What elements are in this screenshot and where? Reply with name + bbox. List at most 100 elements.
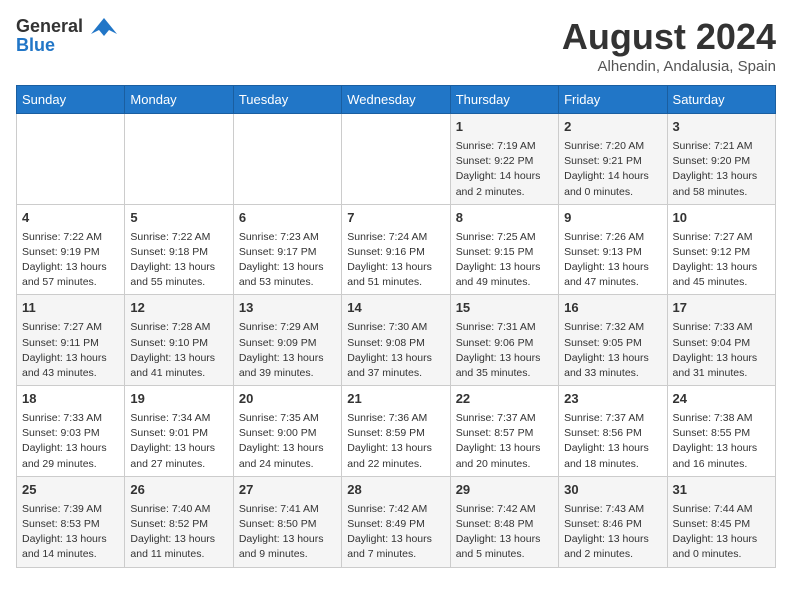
calendar-cell-4-3: 21Sunrise: 7:36 AMSunset: 8:59 PMDayligh… [342, 386, 450, 477]
day-info: Daylight: 13 hours [347, 441, 444, 456]
col-tuesday: Tuesday [233, 86, 341, 114]
day-number: 24 [673, 390, 770, 409]
day-number: 15 [456, 299, 553, 318]
day-info: and 37 minutes. [347, 366, 444, 381]
logo: General Blue [16, 16, 117, 56]
day-info: Sunset: 9:04 PM [673, 336, 770, 351]
day-info: Sunset: 9:06 PM [456, 336, 553, 351]
day-info: Daylight: 14 hours [564, 169, 661, 184]
calendar-cell-2-2: 6Sunrise: 7:23 AMSunset: 9:17 PMDaylight… [233, 204, 341, 295]
day-info: Daylight: 13 hours [347, 351, 444, 366]
calendar-cell-4-1: 19Sunrise: 7:34 AMSunset: 9:01 PMDayligh… [125, 386, 233, 477]
day-info: and 0 minutes. [564, 185, 661, 200]
day-info: Sunrise: 7:35 AM [239, 411, 336, 426]
day-number: 8 [456, 209, 553, 228]
day-info: Daylight: 14 hours [456, 169, 553, 184]
day-info: Daylight: 13 hours [239, 351, 336, 366]
day-number: 6 [239, 209, 336, 228]
day-info: and 27 minutes. [130, 457, 227, 472]
day-info: Sunrise: 7:30 AM [347, 320, 444, 335]
day-info: Sunset: 9:22 PM [456, 154, 553, 169]
day-info: Daylight: 13 hours [130, 532, 227, 547]
day-info: and 7 minutes. [347, 547, 444, 562]
day-info: Sunset: 9:19 PM [22, 245, 119, 260]
day-info: Daylight: 13 hours [130, 260, 227, 275]
day-info: Daylight: 13 hours [347, 532, 444, 547]
calendar-cell-4-0: 18Sunrise: 7:33 AMSunset: 9:03 PMDayligh… [17, 386, 125, 477]
calendar-cell-5-5: 30Sunrise: 7:43 AMSunset: 8:46 PMDayligh… [559, 476, 667, 567]
day-info: Sunrise: 7:19 AM [456, 139, 553, 154]
day-info: Daylight: 13 hours [347, 260, 444, 275]
day-info: Sunset: 9:16 PM [347, 245, 444, 260]
day-info: Sunrise: 7:24 AM [347, 230, 444, 245]
day-info: Daylight: 13 hours [564, 532, 661, 547]
day-info: Sunrise: 7:36 AM [347, 411, 444, 426]
day-info: and 39 minutes. [239, 366, 336, 381]
day-info: Daylight: 13 hours [130, 441, 227, 456]
day-number: 1 [456, 118, 553, 137]
day-info: and 11 minutes. [130, 547, 227, 562]
day-info: and 31 minutes. [673, 366, 770, 381]
calendar-cell-2-4: 8Sunrise: 7:25 AMSunset: 9:15 PMDaylight… [450, 204, 558, 295]
day-info: Sunrise: 7:42 AM [347, 502, 444, 517]
day-info: Daylight: 13 hours [22, 532, 119, 547]
calendar-table: Sunday Monday Tuesday Wednesday Thursday… [16, 85, 776, 568]
calendar-cell-4-4: 22Sunrise: 7:37 AMSunset: 8:57 PMDayligh… [450, 386, 558, 477]
calendar-cell-2-3: 7 Sunrise: 7:24 AMSunset: 9:16 PMDaylight… [342, 204, 450, 295]
day-info: Sunrise: 7:27 AM [673, 230, 770, 245]
day-number: 23 [564, 390, 661, 409]
day-number: 9 [564, 209, 661, 228]
day-info: Daylight: 13 hours [564, 441, 661, 456]
day-info: Daylight: 13 hours [239, 532, 336, 547]
calendar-cell-3-0: 11Sunrise: 7:27 AMSunset: 9:11 PMDayligh… [17, 295, 125, 386]
calendar-cell-1-6: 3Sunrise: 7:21 AMSunset: 9:20 PMDaylight… [667, 114, 775, 205]
day-number: 7 [347, 209, 444, 228]
day-number: 28 [347, 481, 444, 500]
day-info: Sunset: 8:56 PM [564, 426, 661, 441]
day-info: and 0 minutes. [673, 547, 770, 562]
day-info: Daylight: 13 hours [673, 260, 770, 275]
day-info: Sunrise: 7:34 AM [130, 411, 227, 426]
day-info: Sunset: 9:21 PM [564, 154, 661, 169]
day-info: Sunrise: 7:32 AM [564, 320, 661, 335]
day-info: Daylight: 13 hours [22, 351, 119, 366]
location-subtitle: Alhendin, Andalusia, Spain [562, 58, 776, 75]
day-number: 13 [239, 299, 336, 318]
month-year-title: August 2024 [562, 16, 776, 58]
calendar-cell-1-4: 1 Sunrise: 7:19 AMSunset: 9:22 PMDaylight… [450, 114, 558, 205]
day-info: Sunrise: 7:40 AM [130, 502, 227, 517]
calendar-cell-4-5: 23Sunrise: 7:37 AMSunset: 8:56 PMDayligh… [559, 386, 667, 477]
page-header: General Blue August 2024 Alhendin, Andal… [16, 16, 776, 75]
day-info: Sunrise: 7:20 AM [564, 139, 661, 154]
calendar-cell-5-1: 26Sunrise: 7:40 AMSunset: 8:52 PMDayligh… [125, 476, 233, 567]
calendar-week-row-5: 25Sunrise: 7:39 AMSunset: 8:53 PMDayligh… [17, 476, 776, 567]
day-info: Daylight: 13 hours [22, 441, 119, 456]
day-info: and 18 minutes. [564, 457, 661, 472]
day-info: Sunset: 8:53 PM [22, 517, 119, 532]
day-info: Daylight: 13 hours [456, 351, 553, 366]
calendar-cell-1-0 [17, 114, 125, 205]
day-number: 26 [130, 481, 227, 500]
calendar-week-row-2: 4Sunrise: 7:22 AMSunset: 9:19 PMDaylight… [17, 204, 776, 295]
day-info: and 49 minutes. [456, 275, 553, 290]
calendar-cell-3-2: 13Sunrise: 7:29 AMSunset: 9:09 PMDayligh… [233, 295, 341, 386]
day-info: Sunrise: 7:23 AM [239, 230, 336, 245]
calendar-cell-3-1: 12Sunrise: 7:28 AMSunset: 9:10 PMDayligh… [125, 295, 233, 386]
calendar-cell-5-4: 29Sunrise: 7:42 AMSunset: 8:48 PMDayligh… [450, 476, 558, 567]
day-info: Sunrise: 7:29 AM [239, 320, 336, 335]
day-info: Daylight: 13 hours [673, 441, 770, 456]
day-info: and 20 minutes. [456, 457, 553, 472]
day-info: and 45 minutes. [673, 275, 770, 290]
day-info: Sunrise: 7:22 AM [130, 230, 227, 245]
day-info: Daylight: 13 hours [564, 351, 661, 366]
day-info: Sunset: 9:01 PM [130, 426, 227, 441]
day-info: Sunrise: 7:41 AM [239, 502, 336, 517]
day-info: Sunset: 8:49 PM [347, 517, 444, 532]
day-info: Sunrise: 7:44 AM [673, 502, 770, 517]
logo-blue-text: Blue [16, 36, 117, 56]
day-info: Sunset: 8:46 PM [564, 517, 661, 532]
day-info: Sunset: 9:20 PM [673, 154, 770, 169]
day-info: and 22 minutes. [347, 457, 444, 472]
day-number: 27 [239, 481, 336, 500]
day-info: and 2 minutes. [564, 547, 661, 562]
